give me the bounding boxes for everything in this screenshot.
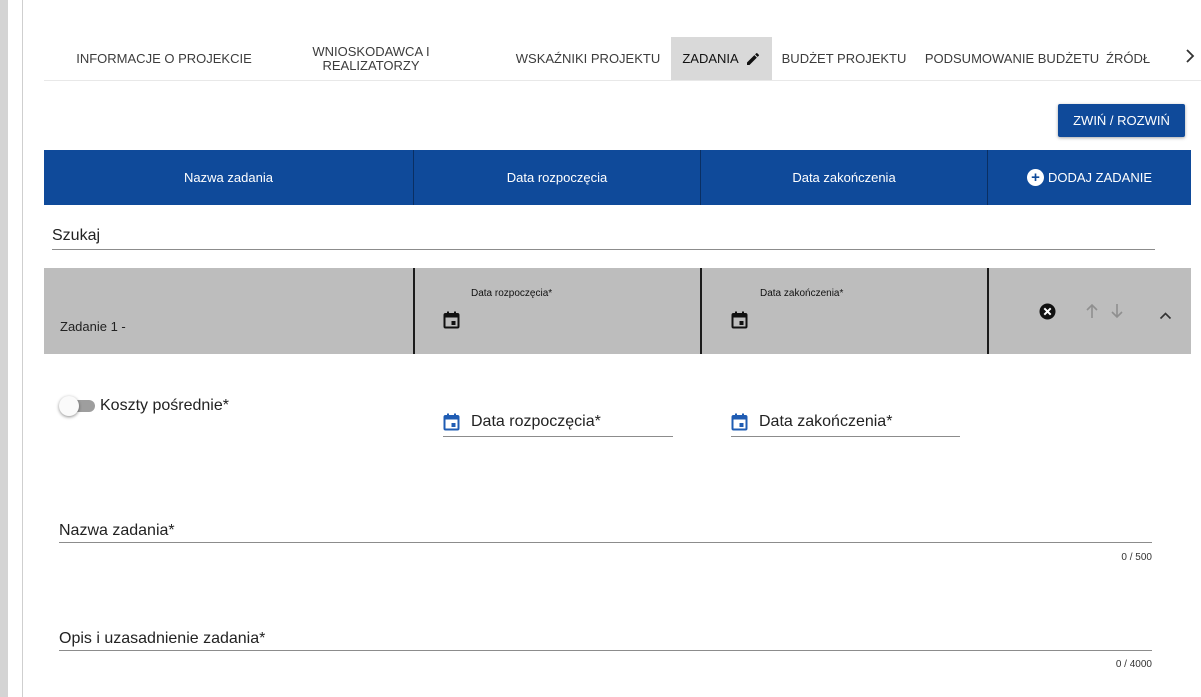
tab-wskazniki-projektu[interactable]: WSKAŹNIKI PROJEKTU	[506, 37, 670, 80]
calendar-icon[interactable]	[731, 311, 748, 334]
add-task-label: DODAJ ZADANIE	[1047, 170, 1152, 185]
add-task-button[interactable]: + DODAJ ZADANIE	[988, 150, 1191, 205]
column-header-name: Nazwa zadania	[184, 170, 273, 185]
chevron-up-icon[interactable]	[1159, 307, 1172, 325]
tab-bar: INFORMACJE O PROJEKCIE WNIOSKODAWCA I RE…	[44, 37, 1201, 81]
end-date-label: Data zakończenia*	[759, 413, 893, 430]
indirect-costs-label: Koszty pośrednie*	[100, 397, 229, 414]
tab-budzet-projektu[interactable]: BUDŻET PROJEKTU	[777, 37, 911, 80]
row-divider	[700, 268, 702, 354]
task-details-panel: Koszty pośrednie* Data rozpoczęcia* Data…	[44, 354, 1191, 697]
tab-label: ZADANIA	[682, 50, 739, 66]
collapse-expand-button[interactable]: ZWIŃ / ROZWIŃ	[1058, 104, 1185, 137]
tab-label-line1: WNIOSKODAWCA I	[312, 43, 430, 59]
tab-zadania[interactable]: ZADANIA	[671, 37, 772, 80]
task-name-label: Nazwa zadania*	[59, 522, 175, 539]
task-description-field[interactable]: Opis i uzasadnienie zadania*	[59, 627, 1152, 651]
task-name-counter: 0 / 500	[1121, 552, 1152, 563]
column-header-end-date: Data zakończenia	[792, 170, 896, 185]
tab-label: PODSUMOWANIE BUDŻETU	[924, 50, 1100, 66]
column-header-start-date: Data rozpoczęcia	[506, 170, 608, 185]
tab-label: BUDŻET PROJEKTU	[781, 50, 907, 66]
tab-zrodla[interactable]: ŹRÓDŁ	[1106, 37, 1156, 80]
start-date-field[interactable]: Data rozpoczęcia*	[443, 409, 673, 437]
task-name-field[interactable]: Nazwa zadania*	[59, 519, 1152, 543]
tabs-scroll-right-button[interactable]	[1179, 37, 1201, 80]
task-row[interactable]: Zadanie 1 - Data rozpoczęcia* Data zakoń…	[44, 268, 1191, 354]
calendar-icon	[443, 413, 460, 436]
row-divider	[987, 268, 989, 354]
calendar-icon	[731, 413, 748, 436]
search-input[interactable]	[52, 224, 1155, 248]
tasks-table-header: Nazwa zadania Data rozpoczęcia Data zako…	[44, 150, 1191, 205]
end-date-field[interactable]: Data zakończenia*	[731, 409, 960, 437]
tab-label-line2: REALIZATORZY	[322, 57, 420, 73]
start-date-label: Data rozpoczęcia*	[471, 413, 601, 430]
search-field	[52, 224, 1155, 250]
indirect-costs-toggle[interactable]	[59, 396, 97, 416]
task-description-label: Opis i uzasadnienie zadania*	[59, 630, 266, 647]
tab-label: ŹRÓDŁ	[1106, 50, 1151, 66]
calendar-icon[interactable]	[443, 311, 460, 334]
tab-label: WNIOSKODAWCA I REALIZATORZY	[312, 43, 430, 73]
tab-informacje-o-projekcie[interactable]: INFORMACJE O PROJEKCIE	[44, 37, 284, 80]
arrow-up-icon[interactable]	[1085, 303, 1099, 324]
close-circle-icon[interactable]	[1039, 303, 1056, 325]
tab-podsumowanie-budzetu[interactable]: PODSUMOWANIE BUDŻETU	[922, 37, 1102, 80]
task-title: Zadanie 1 -	[60, 319, 126, 334]
toggle-knob	[59, 396, 79, 416]
chevron-right-icon	[1184, 49, 1196, 68]
arrow-down-icon[interactable]	[1110, 303, 1124, 324]
task-start-date-label: Data rozpoczęcia*	[471, 288, 553, 299]
task-description-counter: 0 / 4000	[1115, 659, 1152, 670]
left-rail-divider	[22, 0, 23, 697]
left-rail	[0, 0, 8, 697]
pencil-icon	[745, 51, 761, 67]
tab-label: INFORMACJE O PROJEKCIE	[76, 50, 252, 66]
tab-wnioskodawca[interactable]: WNIOSKODAWCA I REALIZATORZY	[296, 37, 446, 80]
row-divider	[413, 268, 415, 354]
tab-label: WSKAŹNIKI PROJEKTU	[515, 50, 661, 66]
plus-circle-icon: +	[1026, 169, 1044, 186]
task-end-date-label: Data zakończenia*	[760, 288, 844, 299]
